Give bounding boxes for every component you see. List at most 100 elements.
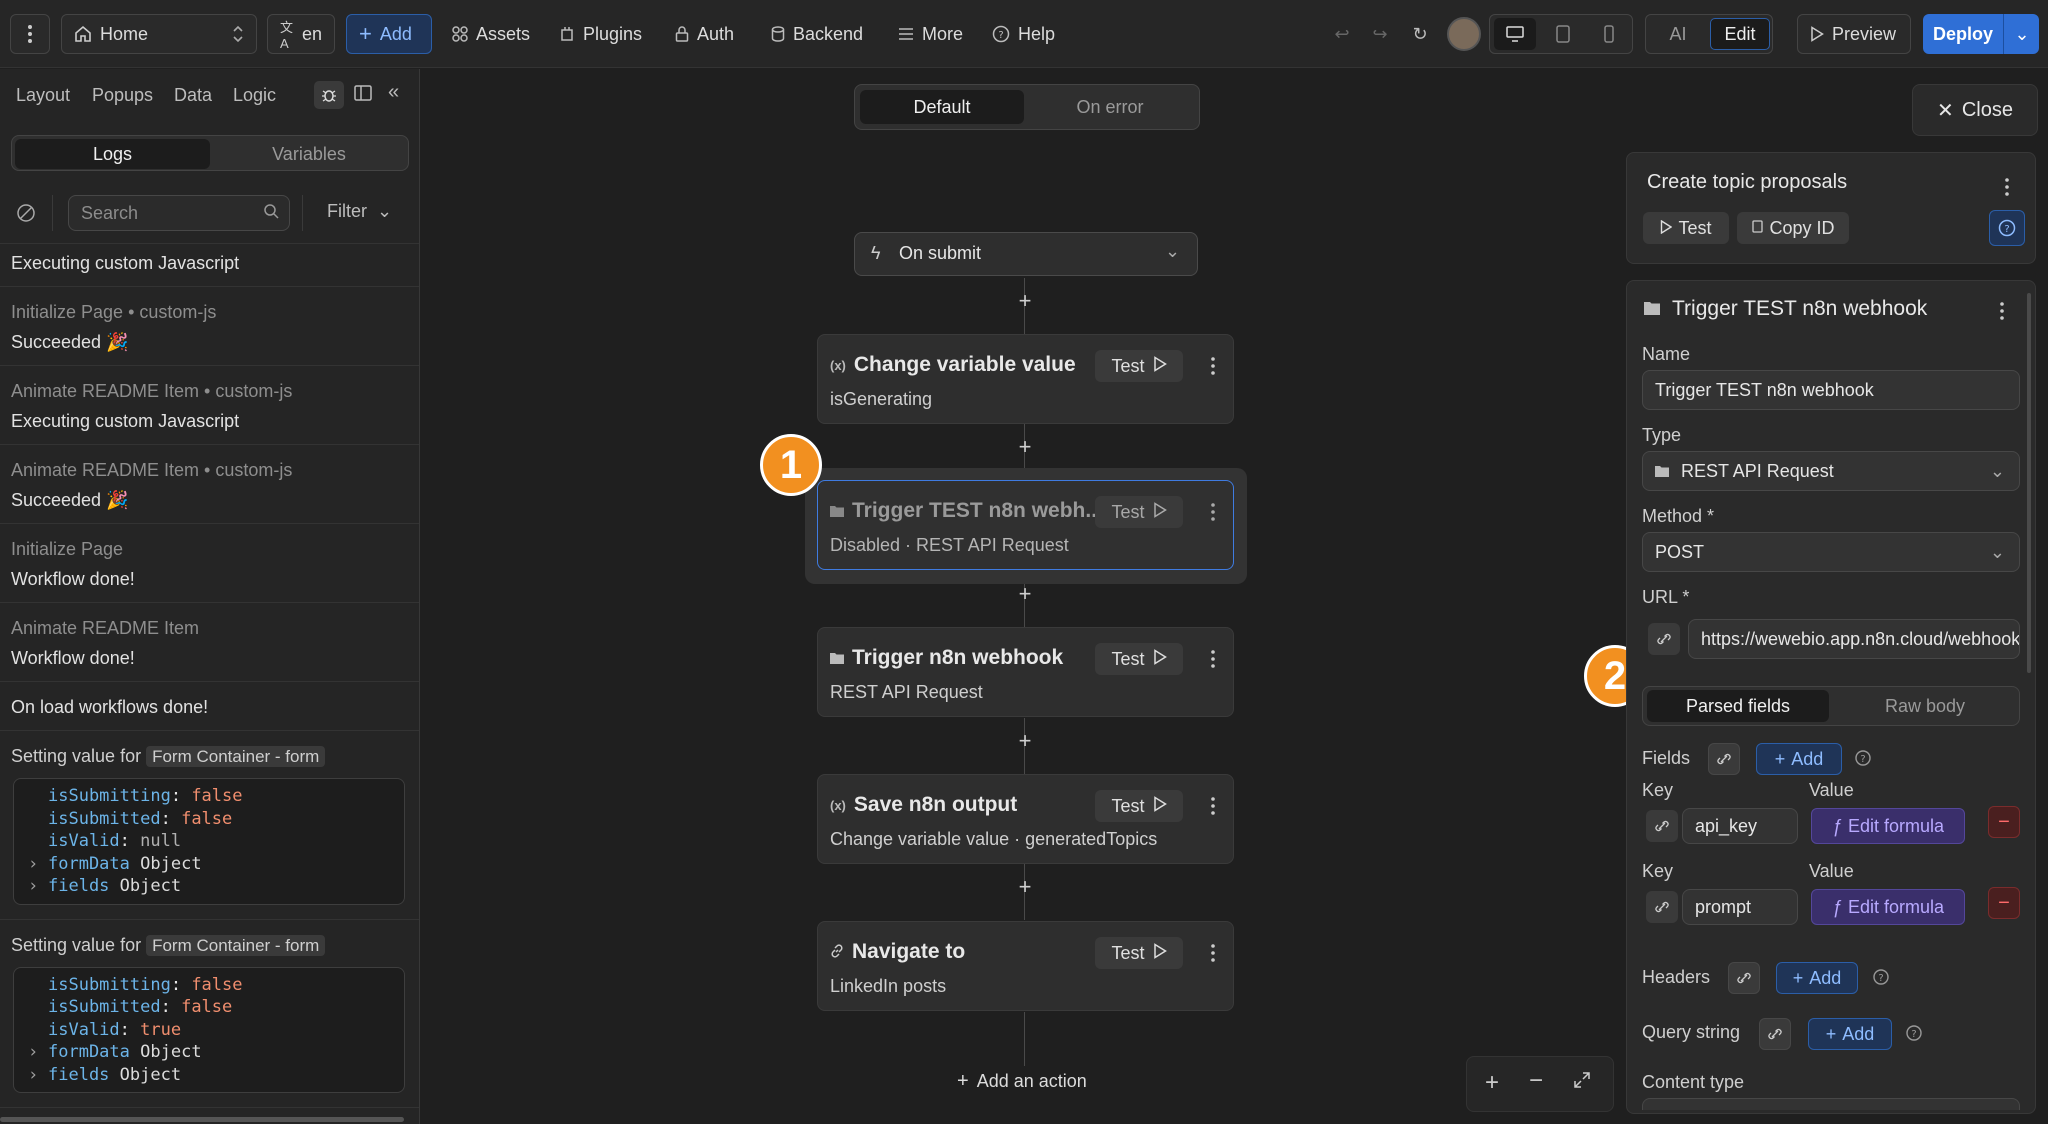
test-button[interactable]: Test bbox=[1095, 496, 1183, 528]
add-step-plus[interactable]: + bbox=[1015, 583, 1035, 605]
bind-icon[interactable] bbox=[1646, 891, 1678, 923]
test-workflow-button[interactable]: Test bbox=[1643, 212, 1729, 244]
action-card-navigate[interactable]: Navigate to LinkedIn posts Test bbox=[817, 921, 1234, 1011]
more-vertical-icon[interactable] bbox=[10, 14, 50, 54]
mode-edit[interactable]: Edit bbox=[1710, 18, 1770, 50]
tab-raw-body[interactable]: Raw body bbox=[1833, 690, 2017, 722]
bind-icon[interactable] bbox=[1728, 962, 1760, 994]
nav-assets[interactable]: Assets bbox=[444, 14, 538, 54]
add-header-button[interactable]: + Add bbox=[1776, 962, 1858, 994]
bind-icon[interactable] bbox=[1708, 743, 1740, 775]
deploy-button[interactable]: Deploy ⌄ bbox=[1923, 14, 2039, 54]
tab-layout[interactable]: Layout bbox=[16, 85, 70, 106]
expand-formdata[interactable]: › formData Object bbox=[28, 853, 404, 876]
nav-more[interactable]: More bbox=[890, 14, 971, 54]
nav-help[interactable]: ? Help bbox=[984, 14, 1063, 54]
add-step-plus[interactable]: + bbox=[1015, 730, 1035, 752]
search-input[interactable]: Search bbox=[68, 195, 290, 231]
tab-popups[interactable]: Popups bbox=[92, 85, 153, 106]
tab-default[interactable]: Default bbox=[860, 90, 1024, 124]
add-action-button[interactable]: + Add an action bbox=[957, 1070, 1087, 1093]
bind-icon[interactable] bbox=[1648, 623, 1680, 655]
tab-parsed-fields[interactable]: Parsed fields bbox=[1647, 690, 1829, 722]
remove-field-button[interactable]: − bbox=[1988, 806, 2020, 838]
expand-fields[interactable]: › fields Object bbox=[28, 875, 404, 898]
edit-formula-button[interactable]: ƒ Edit formula bbox=[1811, 808, 1965, 844]
vertical-scrollbar[interactable] bbox=[2027, 293, 2031, 673]
trigger-select[interactable]: ϟ On submit ⌄ bbox=[854, 232, 1198, 276]
refresh-icon[interactable]: ↻ bbox=[1408, 14, 1432, 54]
nav-backend[interactable]: Backend bbox=[763, 14, 871, 54]
play-icon bbox=[1810, 26, 1824, 42]
add-step-plus[interactable]: + bbox=[1015, 290, 1035, 312]
help-circle-icon[interactable]: ? bbox=[1989, 210, 2025, 246]
nav-auth[interactable]: Auth bbox=[667, 14, 742, 54]
action-card-change-variable[interactable]: (x) Change variable value isGenerating Te… bbox=[817, 334, 1234, 424]
zoom-in-icon[interactable]: + bbox=[1485, 1069, 1499, 1097]
tablet-icon[interactable] bbox=[1542, 18, 1584, 50]
undo-icon[interactable]: ↩ bbox=[1330, 14, 1354, 54]
redo-icon[interactable]: ↪ bbox=[1368, 14, 1392, 54]
copy-id-button[interactable]: Copy ID bbox=[1737, 212, 1849, 244]
close-button[interactable]: ✕ Close bbox=[1912, 84, 2038, 136]
test-button[interactable]: Test bbox=[1095, 790, 1183, 822]
language-button[interactable]: 文A en bbox=[267, 14, 335, 54]
filter-button[interactable]: Filter ⌄ bbox=[327, 201, 392, 222]
test-button[interactable]: Test bbox=[1095, 350, 1183, 382]
add-step-plus[interactable]: + bbox=[1015, 436, 1035, 458]
bind-icon[interactable] bbox=[1759, 1018, 1791, 1050]
name-input[interactable]: Trigger TEST n8n webhook bbox=[1642, 370, 2020, 410]
tab-data[interactable]: Data bbox=[174, 85, 212, 106]
help-circle-icon[interactable]: ? bbox=[1854, 749, 1872, 772]
svg-text:?: ? bbox=[1911, 1029, 1916, 1040]
expand-formdata[interactable]: › formData Object bbox=[28, 1041, 404, 1064]
add-query-button[interactable]: + Add bbox=[1808, 1018, 1892, 1050]
collapse-panel-icon[interactable]: « bbox=[388, 81, 399, 104]
help-circle-icon[interactable]: ? bbox=[1905, 1024, 1923, 1047]
action-card-trigger-test-webhook[interactable]: Trigger TEST n8n webh... Disabled · REST… bbox=[817, 480, 1234, 570]
nav-plugins[interactable]: Plugins bbox=[551, 14, 650, 54]
more-vertical-icon[interactable] bbox=[1203, 496, 1223, 528]
more-vertical-icon[interactable] bbox=[1992, 297, 2012, 330]
more-vertical-icon[interactable] bbox=[1203, 643, 1223, 675]
more-vertical-icon[interactable] bbox=[1203, 790, 1223, 822]
mobile-icon[interactable] bbox=[1588, 18, 1630, 50]
url-input[interactable]: https://wewebio.app.n8n.cloud/webhook bbox=[1688, 619, 2020, 659]
more-vertical-icon[interactable] bbox=[1997, 171, 2017, 204]
edit-formula-button[interactable]: ƒ Edit formula bbox=[1811, 889, 1965, 925]
add-button[interactable]: + Add bbox=[346, 14, 432, 54]
tab-on-error[interactable]: On error bbox=[1027, 90, 1193, 124]
field-key-input[interactable]: api_key bbox=[1682, 808, 1798, 844]
desktop-icon[interactable] bbox=[1494, 18, 1536, 50]
tab-variables[interactable]: Variables bbox=[212, 139, 406, 169]
page-select[interactable]: Home bbox=[61, 14, 257, 54]
test-button[interactable]: Test bbox=[1095, 937, 1183, 969]
action-card-save-output[interactable]: (x) Save n8n output Change variable value… bbox=[817, 774, 1234, 864]
more-vertical-icon[interactable] bbox=[1203, 937, 1223, 969]
horizontal-scrollbar[interactable] bbox=[0, 1117, 404, 1122]
method-select[interactable]: POST ⌄ bbox=[1642, 532, 2020, 572]
action-card-trigger-webhook[interactable]: Trigger n8n webhook REST API Request Tes… bbox=[817, 627, 1234, 717]
help-circle-icon[interactable]: ? bbox=[1872, 968, 1890, 991]
chevron-down-icon[interactable]: ⌄ bbox=[2005, 24, 2039, 45]
remove-field-button[interactable]: − bbox=[1988, 887, 2020, 919]
add-step-plus[interactable]: + bbox=[1015, 876, 1035, 898]
test-button[interactable]: Test bbox=[1095, 643, 1183, 675]
panel-layout-icon[interactable] bbox=[354, 85, 372, 106]
expand-fields[interactable]: › fields Object bbox=[28, 1064, 404, 1087]
tab-logs[interactable]: Logs bbox=[15, 139, 210, 169]
expand-icon[interactable] bbox=[1573, 1071, 1591, 1094]
zoom-out-icon[interactable]: − bbox=[1529, 1067, 1543, 1095]
mode-ai[interactable]: AI bbox=[1650, 18, 1706, 50]
debug-icon[interactable] bbox=[314, 81, 344, 109]
preview-button[interactable]: Preview bbox=[1797, 14, 1911, 54]
type-select[interactable]: REST API Request ⌄ bbox=[1642, 451, 2020, 491]
more-vertical-icon[interactable] bbox=[1203, 350, 1223, 382]
content-type-select[interactable] bbox=[1642, 1098, 2020, 1110]
tab-logic[interactable]: Logic bbox=[233, 85, 276, 106]
field-key-input[interactable]: prompt bbox=[1682, 889, 1798, 925]
clear-logs-icon[interactable] bbox=[16, 203, 36, 228]
avatar[interactable] bbox=[1447, 17, 1481, 51]
bind-icon[interactable] bbox=[1646, 810, 1678, 842]
add-field-button[interactable]: + Add bbox=[1756, 743, 1842, 775]
